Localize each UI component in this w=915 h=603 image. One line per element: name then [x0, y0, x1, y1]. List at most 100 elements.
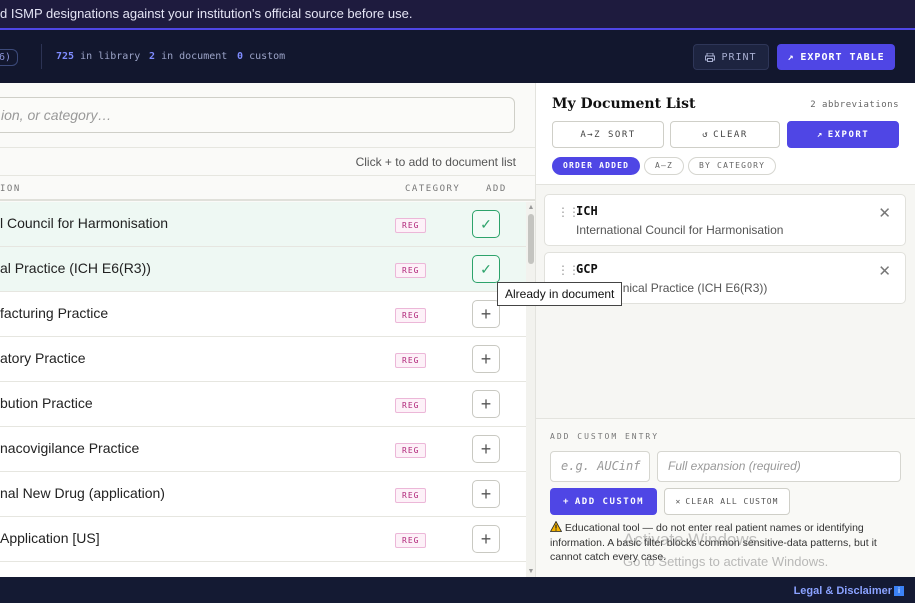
print-label: PRINT [721, 51, 757, 63]
row-expansion: nal New Drug (application) [0, 485, 165, 501]
table-row: Application [US] REG + [0, 517, 526, 562]
plus-icon: + [480, 394, 492, 414]
table-row: l Council for Harmonisation REG ✓ [0, 202, 526, 247]
add-button[interactable]: + [472, 390, 500, 418]
category-badge: REG [395, 263, 427, 278]
table-row: nacovigilance Practice REG + [0, 427, 526, 472]
category-badge: REG [395, 353, 427, 368]
clear-custom-label: CLEAR ALL CUSTOM [685, 497, 779, 506]
custom-stat: 0 custom [237, 51, 286, 62]
activation-watermark-title: Activate Windows [623, 530, 758, 549]
tab-a-z[interactable]: A–Z [644, 157, 685, 175]
add-button[interactable]: + [472, 345, 500, 373]
row-expansion: bution Practice [0, 395, 93, 411]
plus-icon: + [480, 349, 492, 369]
item-abbreviation: ICH [576, 204, 598, 218]
arrow-up-right-icon: ↗ [816, 129, 824, 140]
close-icon[interactable]: ✕ [878, 204, 891, 222]
sort-az-button[interactable]: A→Z SORT [552, 121, 664, 148]
plus-icon: + [480, 304, 492, 324]
clear-button[interactable]: ↺ CLEAR [670, 121, 780, 148]
abbreviation-input[interactable]: e.g. AUCinf [550, 451, 650, 482]
banner-text: d ISMP designations against your institu… [0, 6, 413, 21]
sort-label: A→Z SORT [580, 129, 636, 140]
add-custom-button[interactable]: + ADD CUSTOM [550, 488, 657, 515]
category-badge: REG [395, 443, 427, 458]
top-bar: 6) 725 in library 2 in document 0 custom… [0, 30, 915, 83]
plus-icon: + [562, 496, 570, 507]
added-check-button[interactable]: ✓ [472, 210, 500, 238]
column-add: ADD [486, 184, 507, 194]
partial-badge: 6) [0, 49, 19, 66]
row-expansion: Application [US] [0, 530, 100, 546]
info-icon[interactable]: i [894, 586, 904, 596]
legal-link[interactable]: Legal & Disclaimer [794, 585, 892, 597]
table-header: ION CATEGORY ADD [0, 175, 535, 201]
export-label: EXPORT [827, 129, 870, 140]
printer-icon [705, 52, 716, 62]
scroll-thumb[interactable] [528, 214, 534, 264]
add-button[interactable]: + [472, 480, 500, 508]
divider [41, 44, 42, 69]
abbreviation-count: 2 abbreviations [810, 100, 899, 110]
add-button[interactable]: + [472, 525, 500, 553]
document-list-panel: My Document List 2 abbreviations A→Z SOR… [536, 83, 915, 577]
tab-by-category[interactable]: BY CATEGORY [688, 157, 777, 175]
row-expansion: l Council for Harmonisation [0, 215, 169, 231]
library-table: l Council for Harmonisation REG ✓ al Practi… [0, 202, 526, 577]
custom-section-label: ADD CUSTOM ENTRY [550, 432, 660, 441]
scroll-up-icon[interactable]: ▲ [526, 204, 535, 211]
document-list-title: My Document List [552, 96, 696, 112]
plus-icon: + [480, 439, 492, 459]
check-icon: ✓ [480, 261, 492, 277]
document-item[interactable]: ⋮⋮ ICH International Council for Harmoni… [544, 194, 906, 246]
row-expansion: nacovigilance Practice [0, 440, 140, 456]
refresh-icon: ↺ [702, 129, 710, 140]
expansion-input[interactable]: Full expansion (required) [657, 451, 901, 482]
column-category: CATEGORY [405, 184, 461, 194]
arrow-up-right-icon: ↗ [787, 51, 795, 63]
row-expansion: atory Practice [0, 350, 86, 366]
library-stat: 725 in library [56, 51, 141, 62]
item-expansion: International Council for Harmonisation [576, 223, 784, 237]
clear-all-custom-button[interactable]: ✕ CLEAR ALL CUSTOM [664, 488, 790, 515]
table-row [0, 562, 526, 577]
category-badge: REG [395, 218, 427, 233]
add-custom-label: ADD CUSTOM [574, 496, 645, 507]
added-check-button[interactable]: ✓ [472, 255, 500, 283]
scroll-down-icon[interactable]: ▼ [526, 568, 535, 575]
check-icon: ✓ [480, 216, 492, 232]
scrollbar[interactable]: ▲ ▼ [526, 202, 535, 577]
add-hint: Click + to add to document list [0, 147, 535, 175]
document-stat: 2 in document [149, 51, 228, 62]
table-row: atory Practice REG + [0, 337, 526, 382]
print-button[interactable]: PRINT [693, 44, 769, 70]
column-expansion: ION [0, 184, 21, 194]
table-row: nal New Drug (application) REG + [0, 472, 526, 517]
search-input[interactable]: ion, or category… [0, 97, 515, 133]
item-abbreviation: GCP [576, 262, 598, 276]
row-expansion: facturing Practice [0, 305, 109, 321]
plus-icon: + [480, 484, 492, 504]
close-icon: ✕ [675, 497, 682, 506]
tab-order-added[interactable]: ORDER ADDED [552, 157, 641, 175]
row-expansion: al Practice (ICH E6(R3)) [0, 260, 151, 276]
category-badge: REG [395, 398, 427, 413]
tooltip: Already in document [497, 282, 623, 306]
document-list-header: My Document List 2 abbreviations A→Z SOR… [536, 83, 915, 185]
category-badge: REG [395, 308, 427, 323]
warning-icon [549, 520, 563, 532]
export-button[interactable]: ↗ EXPORT [787, 121, 899, 148]
export-table-label: EXPORT TABLE [800, 51, 885, 63]
category-badge: REG [395, 488, 427, 503]
plus-icon: + [480, 529, 492, 549]
export-table-button[interactable]: ↗ EXPORT TABLE [777, 44, 895, 70]
footer: Legal & Disclaimer i [0, 577, 915, 603]
category-badge: REG [395, 533, 427, 548]
add-button[interactable]: + [472, 300, 500, 328]
disclaimer-banner: d ISMP designations against your institu… [0, 0, 915, 30]
table-row: bution Practice REG + [0, 382, 526, 427]
close-icon[interactable]: ✕ [878, 262, 891, 280]
add-button[interactable]: + [472, 435, 500, 463]
activation-watermark-subtitle: Go to Settings to activate Windows. [623, 554, 829, 569]
